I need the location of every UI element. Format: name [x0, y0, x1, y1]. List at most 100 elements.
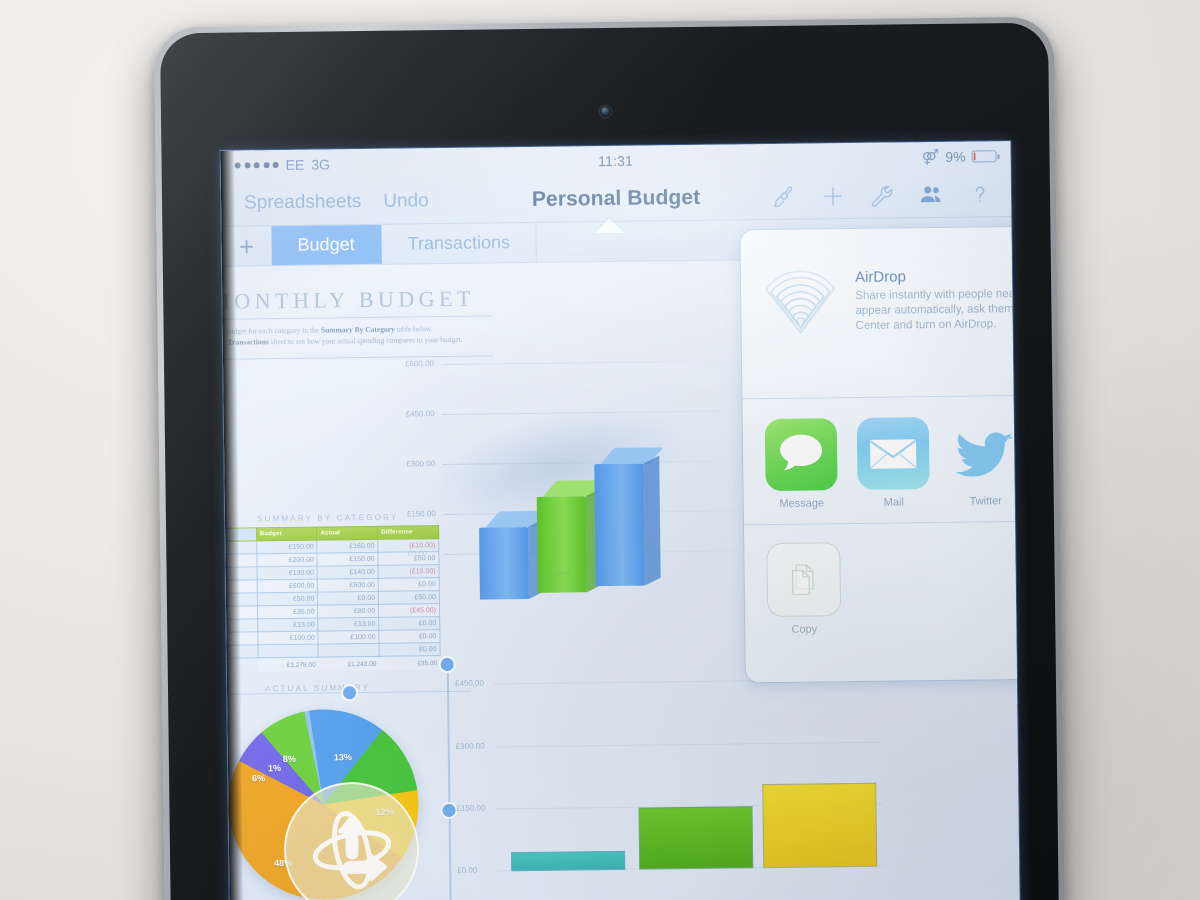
cell-difference[interactable]: £50.00: [378, 551, 440, 566]
col-difference: Difference: [377, 525, 439, 540]
bar-teal[interactable]: [511, 850, 626, 872]
desc-line1-post: table below.: [394, 324, 433, 334]
col-budget: Budget: [256, 527, 318, 541]
tab-budget[interactable]: Budget: [271, 224, 382, 266]
bluetooth-icon: ⚤: [921, 148, 940, 166]
cell-actual[interactable]: £0.00: [317, 591, 379, 606]
cell-difference[interactable]: £0.00: [378, 616, 440, 631]
cell-actual[interactable]: £600.00: [317, 578, 379, 593]
title-rule-top: [221, 315, 493, 320]
bar-3d-travel-face: [536, 496, 587, 593]
pie-pct-13: 13%: [333, 752, 352, 763]
mail-envelope-icon[interactable]: [856, 417, 930, 490]
cell-actual[interactable]: £100.00: [318, 630, 380, 645]
gridline-600: [441, 360, 742, 366]
chart-selection-handle-upper[interactable]: [440, 657, 454, 672]
bar-yellow[interactable]: [762, 782, 878, 869]
copy-documents-icon[interactable]: [766, 542, 842, 618]
ytick-450: £450.00: [454, 678, 484, 688]
cell-budget[interactable]: £13.00: [257, 618, 319, 632]
twitter-bird-icon[interactable]: [949, 416, 1022, 489]
chart-selection-handle-lower[interactable]: [442, 803, 456, 818]
airdrop-title: AirDrop: [854, 268, 906, 286]
cell-difference[interactable]: £0.00: [379, 629, 440, 644]
pie-pct-1: 1%: [267, 763, 282, 774]
desc-line1-bold: Summary By Category: [320, 324, 395, 335]
bar-3d-travel[interactable]: [536, 480, 606, 593]
cell-total-difference: £35.00: [379, 655, 441, 670]
chart-selection-handle-top[interactable]: [342, 686, 357, 700]
airdrop-description: Share instantly with people nearby. If t…: [855, 287, 1022, 333]
summary-by-category-table[interactable]: Budget Actual Difference £150.00 £160.00(…: [221, 525, 441, 672]
cell-actual[interactable]: £13.00: [318, 617, 380, 632]
cell-difference[interactable]: £0.00: [378, 577, 440, 592]
cell-difference[interactable]: (£10.00): [378, 564, 440, 579]
cell-difference[interactable]: £0.00: [379, 642, 441, 657]
ipad-screen: EE 3G 11:31 ⚤ 9% Spreadsheets Undo Perso…: [220, 141, 1022, 900]
chart-3d-columns[interactable]: £600.00 £450.00 £300.00 £150.00 £0.00: [382, 338, 768, 600]
tab-transactions[interactable]: Transactions: [381, 222, 538, 264]
format-brush-icon[interactable]: [771, 183, 797, 209]
cell-budget[interactable]: £200.00: [256, 553, 318, 567]
airdrop-text: AirDrop Share instantly with people near…: [854, 244, 1022, 379]
cell-budget[interactable]: £35.00: [257, 605, 319, 619]
message-bubble-icon[interactable]: [764, 418, 838, 492]
bar-3d-1-face: [479, 527, 529, 600]
cell-actual[interactable]: £150.00: [317, 552, 379, 567]
navigation-bar-icons: [771, 181, 999, 210]
cell-budget[interactable]: £100.00: [257, 631, 319, 645]
chart-axis-line: [446, 663, 452, 900]
collaborate-people-icon[interactable]: [918, 181, 944, 207]
bar-3d-3-face: [594, 463, 645, 587]
front-camera: [599, 105, 612, 118]
table-totals-row: £1,278.00 £1,243.00 £35.00: [223, 655, 441, 672]
airdrop-section: AirDrop Share instantly with people near…: [740, 225, 1021, 398]
pie-pct-8: 8%: [282, 753, 296, 765]
status-bar-time: 11:31: [597, 152, 634, 170]
undo-button[interactable]: Undo: [372, 190, 440, 213]
actual-summary-pie-chart[interactable]: 13% 12% 48% 6% 8% 1%: [227, 708, 420, 900]
cell-budget[interactable]: £50.00: [257, 592, 318, 606]
cell-budget[interactable]: [257, 644, 319, 658]
chart-rotate-knob[interactable]: [283, 781, 420, 900]
ytick-150: £150.00: [456, 803, 486, 813]
cell-budget[interactable]: £150.00: [256, 540, 318, 554]
desc-line1-pre: ter your budget for each category in the: [222, 325, 320, 336]
cell-difference[interactable]: £50.00: [378, 590, 440, 605]
cell-difference[interactable]: (£10.00): [377, 538, 439, 553]
summary-by-category-table-wrap[interactable]: SUMMARY BY CATEGORY Budget Actual Differ…: [221, 512, 441, 672]
insert-plus-icon[interactable]: [820, 183, 846, 209]
sheet-heading: MONTHLY BUDGET: [221, 285, 476, 314]
help-question-icon[interactable]: [967, 181, 993, 207]
action-item-copy[interactable]: Copy: [766, 539, 1021, 636]
tools-wrench-icon[interactable]: [869, 182, 895, 208]
cell-difference[interactable]: (£45.00): [378, 603, 440, 618]
ytick-0: £0.00: [457, 865, 478, 875]
cell-budget[interactable]: £130.00: [256, 566, 318, 580]
share-item-mail[interactable]: Mail: [856, 417, 930, 509]
cell-actual[interactable]: £140.00: [317, 565, 379, 580]
share-item-twitter[interactable]: Twitter: [949, 416, 1022, 508]
bar-3d-3[interactable]: [594, 447, 664, 587]
share-actions-section: Copy: [744, 520, 1021, 654]
actual-summary-pie-wrap[interactable]: ACTUAL SUMMARY 13% 12% 48% 6% 8% 1%: [221, 682, 472, 900]
device-bezel: EE 3G 11:31 ⚤ 9% Spreadsheets Undo Perso…: [159, 22, 1061, 900]
ytick-3d-300: £300.00: [406, 459, 436, 469]
popover-arrow: [594, 217, 625, 234]
bar-3d-travel-label: Travel: [547, 568, 570, 578]
bar-3d-1[interactable]: [479, 510, 549, 600]
action-label-copy: Copy: [791, 623, 818, 636]
cell-actual[interactable]: [318, 643, 380, 658]
share-label-message: Message: [779, 497, 825, 510]
cell-total-budget: £1,278.00: [257, 657, 319, 671]
share-popover[interactable]: AirDrop Share instantly with people near…: [740, 225, 1022, 683]
cell-budget[interactable]: £600.00: [256, 579, 318, 593]
airdrop-icon[interactable]: [761, 259, 840, 338]
summary-table-body: £150.00 £160.00 (£10.00) £200.00 £150.00 £50…: [221, 538, 441, 672]
cell-actual[interactable]: £160.00: [317, 539, 379, 554]
back-to-spreadsheets-button[interactable]: Spreadsheets: [233, 190, 373, 214]
actual-summary-bar-chart[interactable]: £450.00 £300.00 £150.00 £0.00: [440, 657, 884, 900]
share-item-message[interactable]: Message: [764, 418, 838, 510]
cell-actual[interactable]: £80.00: [317, 604, 379, 619]
bar-green[interactable]: [638, 806, 754, 870]
